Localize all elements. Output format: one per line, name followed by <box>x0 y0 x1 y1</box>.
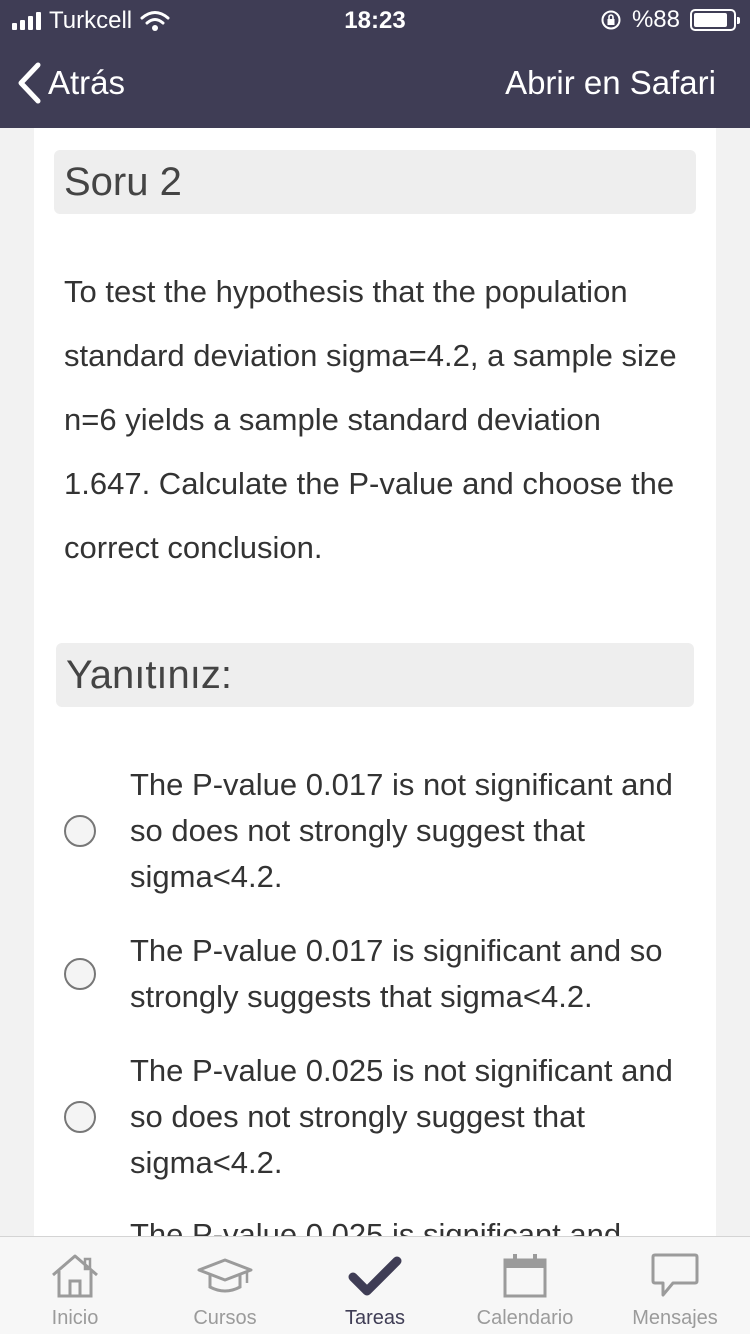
answer-option-label: The P-value 0.025 is significant and <box>130 1217 622 1236</box>
tab-label: Tareas <box>344 1307 406 1329</box>
tab-tareas[interactable]: Tareas <box>300 1237 450 1334</box>
tab-cursos[interactable]: Cursos <box>150 1237 300 1334</box>
content-card[interactable]: Soru 2 To test the hypothesis that the p… <box>34 128 716 1236</box>
question-text: To test the hypothesis that the populati… <box>64 274 677 565</box>
answer-option-1[interactable]: The P-value 0.017 is not significant and… <box>64 762 684 900</box>
radio-button[interactable] <box>64 958 96 990</box>
question-title: Soru 2 <box>54 150 696 214</box>
calendar-icon <box>503 1254 547 1298</box>
battery-percent: %88 <box>631 6 680 33</box>
navigation-bar: Atrás Abrir en Safari <box>0 40 750 128</box>
answer-option-2[interactable]: The P-value 0.017 is significant and so … <box>64 928 684 1020</box>
answer-option-4[interactable]: The P-value 0.025 is significant and <box>64 1212 684 1236</box>
checkmark-icon <box>348 1256 402 1296</box>
tab-mensajes[interactable]: Mensajes <box>600 1237 750 1334</box>
open-in-safari-button[interactable]: Abrir en Safari <box>505 64 716 102</box>
tab-bar: Inicio Cursos Tareas Calendario Mensajes <box>0 1236 750 1334</box>
tab-inicio[interactable]: Inicio <box>0 1237 150 1334</box>
tab-label: Calendario <box>476 1307 574 1329</box>
answer-option-label: The P-value 0.017 is not significant and… <box>130 767 673 894</box>
chevron-left-icon <box>18 62 41 104</box>
speech-bubble-icon <box>651 1253 699 1297</box>
tab-label: Cursos <box>193 1307 257 1329</box>
answer-option-3[interactable]: The P-value 0.025 is not significant and… <box>64 1048 684 1186</box>
radio-button[interactable] <box>64 815 96 847</box>
status-bar: Turkcell 18:23 %88 <box>0 0 750 40</box>
graduation-cap-icon <box>197 1258 253 1293</box>
answer-section-title: Yanıtınız: <box>56 643 694 707</box>
answer-option-label: The P-value 0.017 is significant and so … <box>130 933 663 1014</box>
battery-fill <box>694 13 728 27</box>
answer-option-label: The P-value 0.025 is not significant and… <box>130 1053 673 1180</box>
status-right: %88 <box>600 6 740 34</box>
battery-icon <box>690 9 740 31</box>
tab-label: Inicio <box>51 1307 99 1329</box>
tab-label: Mensajes <box>632 1307 718 1329</box>
home-icon <box>52 1254 98 1298</box>
radio-button[interactable] <box>64 1101 96 1133</box>
back-label: Atrás <box>48 64 126 101</box>
rotation-lock-icon <box>601 10 621 30</box>
tab-calendario[interactable]: Calendario <box>450 1237 600 1334</box>
back-button[interactable]: Atrás <box>16 62 125 104</box>
